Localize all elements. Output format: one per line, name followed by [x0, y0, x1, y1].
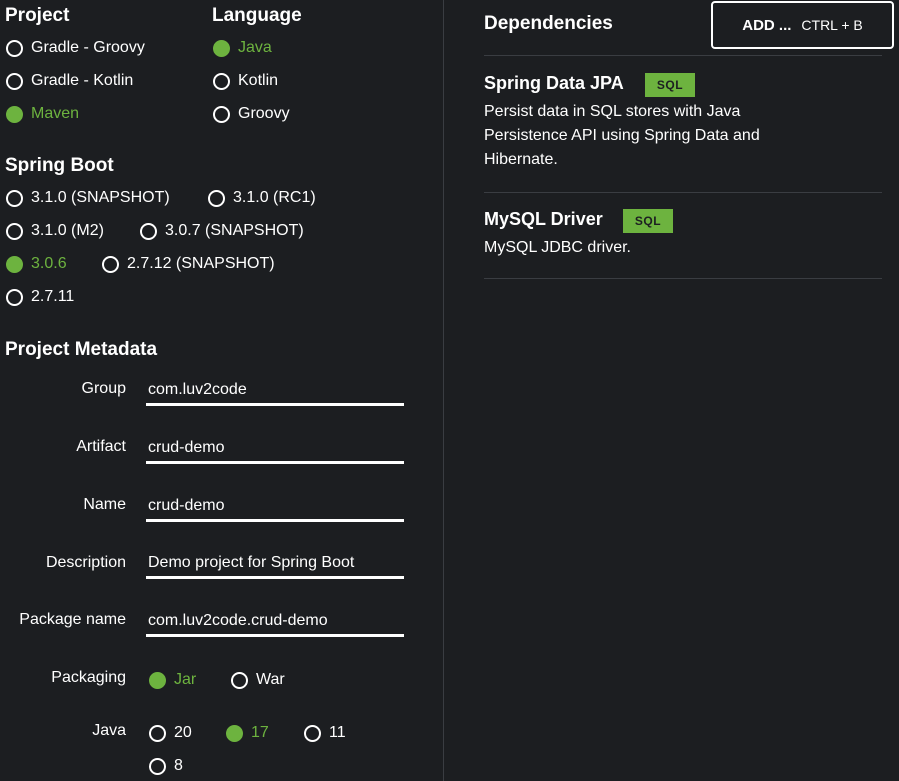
column-divider [443, 0, 444, 781]
description-input[interactable] [146, 550, 404, 579]
dependency-name: MySQL Driver [484, 209, 603, 229]
spring-boot-option-3-1-0-m2[interactable]: 3.1.0 (M2) [6, 222, 104, 240]
group-input[interactable] [146, 377, 404, 406]
dependency-name: Spring Data JPA [484, 73, 624, 93]
language-option-groovy[interactable]: Groovy [213, 105, 290, 123]
spring-boot-option-2-7-11[interactable]: 2.7.11 [6, 288, 74, 306]
spring-boot-heading: Spring Boot [5, 155, 114, 176]
radio-selected-icon [6, 255, 23, 273]
java-option-11[interactable]: 11 [304, 724, 346, 742]
dependency-divider [484, 278, 882, 279]
artifact-label: Artifact [76, 438, 126, 455]
radio-icon [208, 189, 225, 207]
dependency-description: MySQL JDBC driver. [484, 239, 631, 256]
spring-boot-option-3-0-7-snapshot[interactable]: 3.0.7 (SNAPSHOT) [140, 222, 304, 240]
radio-icon [149, 724, 166, 742]
radio-icon [102, 255, 119, 273]
package-name-label: Package name [19, 611, 126, 628]
radio-selected-icon [149, 671, 166, 689]
radio-icon [213, 105, 230, 123]
spring-boot-option-2-7-12-snapshot[interactable]: 2.7.12 (SNAPSHOT) [102, 255, 275, 273]
description-label: Description [45, 554, 126, 571]
dependency-tag: SQL [623, 209, 673, 233]
radio-icon [213, 72, 230, 90]
dependency-description: Persist data in SQL stores with Java Per… [484, 103, 760, 168]
radio-icon [6, 189, 23, 207]
radio-icon [6, 288, 23, 306]
packaging-option-war[interactable]: War [231, 671, 285, 689]
radio-selected-icon [213, 39, 230, 57]
project-heading: Project [5, 5, 70, 26]
packaging-label: Packaging [51, 669, 126, 686]
java-option-20[interactable]: 20 [149, 724, 192, 742]
language-option-java[interactable]: Java [213, 39, 272, 57]
name-label: Name [83, 496, 126, 513]
language-heading: Language [212, 5, 302, 26]
project-option-maven[interactable]: Maven [6, 105, 79, 123]
radio-icon [140, 222, 157, 240]
java-option-17[interactable]: 17 [226, 724, 269, 742]
packaging-option-jar[interactable]: Jar [149, 671, 196, 689]
package-name-input[interactable] [146, 608, 404, 637]
project-metadata-heading: Project Metadata [5, 339, 158, 360]
radio-icon [6, 222, 23, 240]
add-dependencies-label: ADD ... [742, 16, 792, 34]
group-label: Group [81, 380, 126, 397]
radio-icon [6, 39, 23, 57]
add-dependencies-button[interactable]: ADD ... CTRL + B [711, 1, 894, 49]
dependency-item-spring-data-jpa[interactable]: Spring Data JPA SQL Persist data in SQL … [484, 73, 882, 173]
dependency-tag: SQL [645, 73, 695, 97]
language-option-kotlin[interactable]: Kotlin [213, 72, 278, 90]
radio-icon [6, 72, 23, 90]
dependencies-heading: Dependencies [484, 13, 613, 34]
dependency-divider [484, 192, 882, 193]
artifact-input[interactable] [146, 435, 404, 464]
radio-selected-icon [226, 724, 243, 742]
project-option-gradle-groovy[interactable]: Gradle - Groovy [6, 39, 145, 57]
spring-boot-option-3-1-0-snapshot[interactable]: 3.1.0 (SNAPSHOT) [6, 189, 170, 207]
spring-boot-option-3-0-6[interactable]: 3.0.6 [6, 255, 67, 273]
name-input[interactable] [146, 493, 404, 522]
project-option-gradle-kotlin[interactable]: Gradle - Kotlin [6, 72, 133, 90]
add-dependencies-shortcut: CTRL + B [801, 17, 863, 33]
radio-icon [149, 757, 166, 775]
spring-boot-option-3-1-0-rc1[interactable]: 3.1.0 (RC1) [208, 189, 316, 207]
java-label: Java [92, 722, 126, 739]
radio-icon [231, 671, 248, 689]
radio-icon [304, 724, 321, 742]
java-option-8[interactable]: 8 [149, 757, 183, 775]
dependencies-divider [484, 55, 882, 56]
radio-selected-icon [6, 105, 23, 123]
dependency-item-mysql-driver[interactable]: MySQL Driver SQL MySQL JDBC driver. [484, 209, 882, 269]
